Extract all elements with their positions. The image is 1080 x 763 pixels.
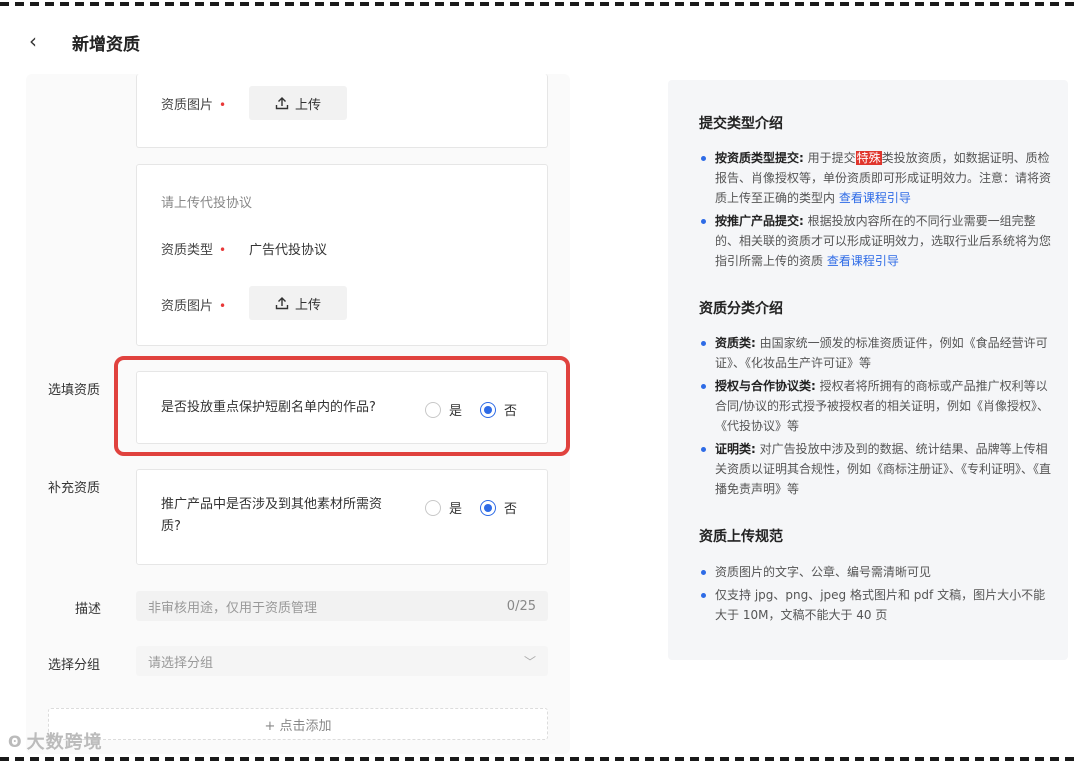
char-counter: 0/25 <box>506 598 536 614</box>
description-input[interactable]: 非审核用途，仅用于资质管理 0/25 <box>136 591 548 621</box>
optional-radio-group: 是 否 <box>425 400 535 419</box>
radio-yes[interactable]: 是 <box>425 400 462 419</box>
list-item: 授权与合作协议类: 授权者将所拥有的商标或产品推广权利等以合同/协议的形式授予被… <box>699 376 1055 436</box>
list-item: 资质类: 由国家统一颁发的标准资质证件，例如《食品经营许可证》、《化妆品生产许可… <box>699 333 1055 373</box>
logo-icon: ʘ <box>8 731 23 751</box>
radio-circle-icon <box>425 499 441 516</box>
type-field-label: 资质类型 • <box>161 243 227 258</box>
required-mark: • <box>219 299 227 313</box>
description-label: 描述 <box>75 602 102 617</box>
supplement-question: 推广产品中是否涉及到其他素材所需资 质? <box>161 497 383 534</box>
info-panel: 提交类型介绍 按资质类型提交: 用于提交特殊类投放资质，如数据证明、质检报告、肖… <box>668 80 1068 660</box>
optional-question: 是否投放重点保护短剧名单内的作品? <box>161 400 376 415</box>
optional-question-card: 是否投放重点保护短剧名单内的作品? 是 否 <box>136 371 548 444</box>
upload-hint: 请上传代投协议 <box>161 196 253 211</box>
list-item: 仅支持 jpg、png、jpeg 格式图片和 pdf 文稿，图片大小不能大于 1… <box>699 585 1055 625</box>
required-mark: • <box>219 243 227 257</box>
upload-icon <box>275 296 289 310</box>
list-item: 按推广产品提交: 根据投放内容所在的不同行业需要一组完整的、相关联的资质才可以形… <box>699 211 1055 271</box>
image-field-label: 资质图片 • <box>161 98 227 113</box>
page-title: 新增资质 <box>72 35 140 55</box>
image-field-label: 资质图片 • <box>161 299 227 314</box>
radio-no[interactable]: 否 <box>480 400 517 419</box>
list-item: 按资质类型提交: 用于提交特殊类投放资质，如数据证明、质检报告、肖像授权等，单份… <box>699 148 1055 208</box>
qualification-card-2: 请上传代投协议 资质类型 • 广告代投协议 资质图片 • 上传 <box>136 164 548 346</box>
group-label: 选择分组 <box>48 658 101 673</box>
course-guide-link[interactable]: 查看课程引导 <box>827 254 899 268</box>
course-guide-link[interactable]: 查看课程引导 <box>839 191 911 205</box>
upload-icon <box>275 96 289 110</box>
chevron-down-icon: ﹀ <box>523 654 536 669</box>
group-select[interactable]: 请选择分组 ﹀ <box>136 646 548 676</box>
radio-no[interactable]: 否 <box>480 498 517 517</box>
radio-circle-icon <box>425 401 441 418</box>
page-header: ‹ 新增资质 <box>0 14 1080 70</box>
qualification-card-1: 资质图片 • 上传 <box>136 74 548 148</box>
back-arrow-icon[interactable]: ‹ <box>22 30 44 52</box>
type-value: 广告代投协议 <box>249 243 328 258</box>
upload-button[interactable]: 上传 <box>249 86 347 120</box>
category-title: 资质分类介绍 <box>699 301 783 317</box>
add-qualification-button[interactable]: + 点击添加 <box>48 708 548 740</box>
optional-section-label: 选填资质 <box>48 383 101 398</box>
supplement-radio-group: 是 否 <box>425 498 535 517</box>
supplement-question-card: 推广产品中是否涉及到其他素材所需资 质? 是 否 <box>136 469 548 565</box>
radio-selected-icon <box>480 401 497 418</box>
bottom-dashed-border <box>0 757 1080 761</box>
upload-button[interactable]: 上传 <box>249 286 347 320</box>
submit-type-title: 提交类型介绍 <box>699 116 783 132</box>
supplement-section-label: 补充资质 <box>48 481 101 496</box>
list-item: 证明类: 对广告投放中涉及到的数据、统计结果、品牌等上传相关资质以证明其合规性，… <box>699 439 1055 499</box>
watermark-logo: ʘ 大数跨境 <box>8 731 103 754</box>
red-mark-annotation: 特殊 <box>855 151 882 165</box>
required-mark: • <box>219 98 227 112</box>
radio-selected-icon <box>480 499 497 516</box>
category-list: 资质类: 由国家统一颁发的标准资质证件，例如《食品经营许可证》、《化妆品生产许可… <box>699 333 1055 502</box>
top-dashed-border <box>0 2 1080 6</box>
upload-spec-title: 资质上传规范 <box>699 529 783 545</box>
submit-type-list: 按资质类型提交: 用于提交特殊类投放资质，如数据证明、质检报告、肖像授权等，单份… <box>699 148 1055 274</box>
list-item: 资质图片的文字、公章、编号需清晰可见 <box>699 562 1055 582</box>
radio-yes[interactable]: 是 <box>425 498 462 517</box>
upload-spec-list: 资质图片的文字、公章、编号需清晰可见 仅支持 jpg、png、jpeg 格式图片… <box>699 562 1055 628</box>
